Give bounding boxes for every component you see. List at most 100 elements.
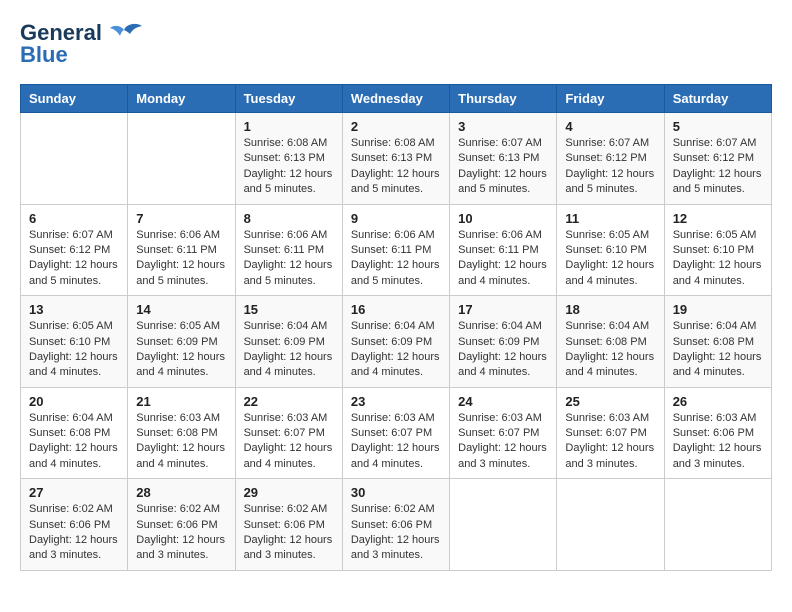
day-number: 16 xyxy=(351,302,441,317)
day-info: Sunrise: 6:04 AM Sunset: 6:08 PM Dayligh… xyxy=(565,319,655,381)
calendar-cell: 15 Sunrise: 6:04 AM Sunset: 6:09 PM Dayli… xyxy=(235,296,342,388)
day-number: 7 xyxy=(136,211,226,226)
calendar-cell xyxy=(21,113,128,205)
day-info: Sunrise: 6:03 AM Sunset: 6:07 PM Dayligh… xyxy=(458,411,548,473)
day-info: Sunrise: 6:02 AM Sunset: 6:06 PM Dayligh… xyxy=(351,502,441,564)
day-info: Sunrise: 6:08 AM Sunset: 6:13 PM Dayligh… xyxy=(244,136,334,198)
calendar-cell: 24 Sunrise: 6:03 AM Sunset: 6:07 PM Dayli… xyxy=(450,387,557,479)
calendar-table: SundayMondayTuesdayWednesdayThursdayFrid… xyxy=(20,84,772,571)
day-info: Sunrise: 6:07 AM Sunset: 6:12 PM Dayligh… xyxy=(565,136,655,198)
day-number: 6 xyxy=(29,211,119,226)
day-number: 21 xyxy=(136,394,226,409)
day-number: 13 xyxy=(29,302,119,317)
day-info: Sunrise: 6:05 AM Sunset: 6:10 PM Dayligh… xyxy=(565,228,655,290)
calendar-week-3: 13Sunrise: 6:05 AM Sunset: 6:10 PM Dayli… xyxy=(21,296,772,388)
calendar-week-2: 6Sunrise: 6:07 AM Sunset: 6:12 PM Daylig… xyxy=(21,204,772,296)
calendar-header-friday: Friday xyxy=(557,85,664,113)
calendar-cell: 16Sunrise: 6:04 AM Sunset: 6:09 PM Dayli… xyxy=(342,296,449,388)
day-info: Sunrise: 6:02 AM Sunset: 6:06 PM Dayligh… xyxy=(29,502,119,564)
day-number: 20 xyxy=(29,394,119,409)
day-number: 30 xyxy=(351,485,441,500)
day-info: Sunrise: 6:02 AM Sunset: 6:06 PM Dayligh… xyxy=(136,502,226,564)
calendar-cell: 26Sunrise: 6:03 AM Sunset: 6:06 PM Dayli… xyxy=(664,387,771,479)
calendar-cell: 7Sunrise: 6:06 AM Sunset: 6:11 PM Daylig… xyxy=(128,204,235,296)
day-number: 14 xyxy=(136,302,226,317)
calendar-cell: 25 Sunrise: 6:03 AM Sunset: 6:07 PM Dayli… xyxy=(557,387,664,479)
calendar-cell: 27 Sunrise: 6:02 AM Sunset: 6:06 PM Dayli… xyxy=(21,479,128,571)
calendar-cell: 18 Sunrise: 6:04 AM Sunset: 6:08 PM Dayli… xyxy=(557,296,664,388)
calendar-cell: 1 Sunrise: 6:08 AM Sunset: 6:13 PM Daylig… xyxy=(235,113,342,205)
calendar-cell xyxy=(557,479,664,571)
day-info: Sunrise: 6:04 AM Sunset: 6:08 PM Dayligh… xyxy=(29,411,119,473)
day-number: 27 xyxy=(29,485,119,500)
day-info: Sunrise: 6:06 AM Sunset: 6:11 PM Dayligh… xyxy=(244,228,334,290)
page-header: General Blue xyxy=(20,20,772,68)
day-number: 24 xyxy=(458,394,548,409)
day-number: 28 xyxy=(136,485,226,500)
calendar-week-5: 27 Sunrise: 6:02 AM Sunset: 6:06 PM Dayli… xyxy=(21,479,772,571)
day-number: 25 xyxy=(565,394,655,409)
calendar-cell xyxy=(450,479,557,571)
calendar-header-sunday: Sunday xyxy=(21,85,128,113)
calendar-cell: 10Sunrise: 6:06 AM Sunset: 6:11 PM Dayli… xyxy=(450,204,557,296)
day-info: Sunrise: 6:07 AM Sunset: 6:13 PM Dayligh… xyxy=(458,136,548,198)
calendar-cell: 8 Sunrise: 6:06 AM Sunset: 6:11 PM Daylig… xyxy=(235,204,342,296)
day-number: 15 xyxy=(244,302,334,317)
day-number: 9 xyxy=(351,211,441,226)
logo: General Blue xyxy=(20,20,142,68)
logo-text-blue: Blue xyxy=(20,42,68,68)
day-info: Sunrise: 6:05 AM Sunset: 6:10 PM Dayligh… xyxy=(673,228,763,290)
day-number: 8 xyxy=(244,211,334,226)
day-number: 17 xyxy=(458,302,548,317)
day-number: 12 xyxy=(673,211,763,226)
calendar-cell: 12 Sunrise: 6:05 AM Sunset: 6:10 PM Dayli… xyxy=(664,204,771,296)
calendar-header-row: SundayMondayTuesdayWednesdayThursdayFrid… xyxy=(21,85,772,113)
calendar-cell: 4Sunrise: 6:07 AM Sunset: 6:12 PM Daylig… xyxy=(557,113,664,205)
calendar-week-4: 20 Sunrise: 6:04 AM Sunset: 6:08 PM Dayli… xyxy=(21,387,772,479)
day-number: 5 xyxy=(673,119,763,134)
day-info: Sunrise: 6:06 AM Sunset: 6:11 PM Dayligh… xyxy=(458,228,548,290)
calendar-cell: 17 Sunrise: 6:04 AM Sunset: 6:09 PM Dayli… xyxy=(450,296,557,388)
calendar-header-thursday: Thursday xyxy=(450,85,557,113)
calendar-cell: 21 Sunrise: 6:03 AM Sunset: 6:08 PM Dayli… xyxy=(128,387,235,479)
day-info: Sunrise: 6:04 AM Sunset: 6:09 PM Dayligh… xyxy=(244,319,334,381)
day-number: 22 xyxy=(244,394,334,409)
calendar-header-saturday: Saturday xyxy=(664,85,771,113)
calendar-header-tuesday: Tuesday xyxy=(235,85,342,113)
calendar-cell: 3 Sunrise: 6:07 AM Sunset: 6:13 PM Daylig… xyxy=(450,113,557,205)
calendar-week-1: 1 Sunrise: 6:08 AM Sunset: 6:13 PM Daylig… xyxy=(21,113,772,205)
calendar-cell: 11 Sunrise: 6:05 AM Sunset: 6:10 PM Dayli… xyxy=(557,204,664,296)
calendar-header-monday: Monday xyxy=(128,85,235,113)
day-number: 19 xyxy=(673,302,763,317)
day-info: Sunrise: 6:02 AM Sunset: 6:06 PM Dayligh… xyxy=(244,502,334,564)
calendar-cell: 19Sunrise: 6:04 AM Sunset: 6:08 PM Dayli… xyxy=(664,296,771,388)
day-info: Sunrise: 6:04 AM Sunset: 6:09 PM Dayligh… xyxy=(458,319,548,381)
day-number: 3 xyxy=(458,119,548,134)
day-number: 1 xyxy=(244,119,334,134)
calendar-cell: 23 Sunrise: 6:03 AM Sunset: 6:07 PM Dayli… xyxy=(342,387,449,479)
calendar-cell: 22 Sunrise: 6:03 AM Sunset: 6:07 PM Dayli… xyxy=(235,387,342,479)
day-number: 11 xyxy=(565,211,655,226)
day-info: Sunrise: 6:03 AM Sunset: 6:07 PM Dayligh… xyxy=(351,411,441,473)
day-info: Sunrise: 6:07 AM Sunset: 6:12 PM Dayligh… xyxy=(673,136,763,198)
calendar-cell: 6Sunrise: 6:07 AM Sunset: 6:12 PM Daylig… xyxy=(21,204,128,296)
day-number: 18 xyxy=(565,302,655,317)
day-info: Sunrise: 6:03 AM Sunset: 6:07 PM Dayligh… xyxy=(244,411,334,473)
day-info: Sunrise: 6:03 AM Sunset: 6:08 PM Dayligh… xyxy=(136,411,226,473)
day-number: 29 xyxy=(244,485,334,500)
day-number: 23 xyxy=(351,394,441,409)
day-info: Sunrise: 6:05 AM Sunset: 6:09 PM Dayligh… xyxy=(136,319,226,381)
calendar-cell: 28 Sunrise: 6:02 AM Sunset: 6:06 PM Dayli… xyxy=(128,479,235,571)
calendar-cell: 13Sunrise: 6:05 AM Sunset: 6:10 PM Dayli… xyxy=(21,296,128,388)
calendar-header-wednesday: Wednesday xyxy=(342,85,449,113)
calendar-cell: 5 Sunrise: 6:07 AM Sunset: 6:12 PM Daylig… xyxy=(664,113,771,205)
calendar-cell: 20 Sunrise: 6:04 AM Sunset: 6:08 PM Dayli… xyxy=(21,387,128,479)
day-info: Sunrise: 6:06 AM Sunset: 6:11 PM Dayligh… xyxy=(351,228,441,290)
calendar-cell: 2 Sunrise: 6:08 AM Sunset: 6:13 PM Daylig… xyxy=(342,113,449,205)
day-info: Sunrise: 6:08 AM Sunset: 6:13 PM Dayligh… xyxy=(351,136,441,198)
day-info: Sunrise: 6:03 AM Sunset: 6:07 PM Dayligh… xyxy=(565,411,655,473)
calendar-cell: 14 Sunrise: 6:05 AM Sunset: 6:09 PM Dayli… xyxy=(128,296,235,388)
day-number: 2 xyxy=(351,119,441,134)
day-info: Sunrise: 6:03 AM Sunset: 6:06 PM Dayligh… xyxy=(673,411,763,473)
calendar-cell xyxy=(664,479,771,571)
